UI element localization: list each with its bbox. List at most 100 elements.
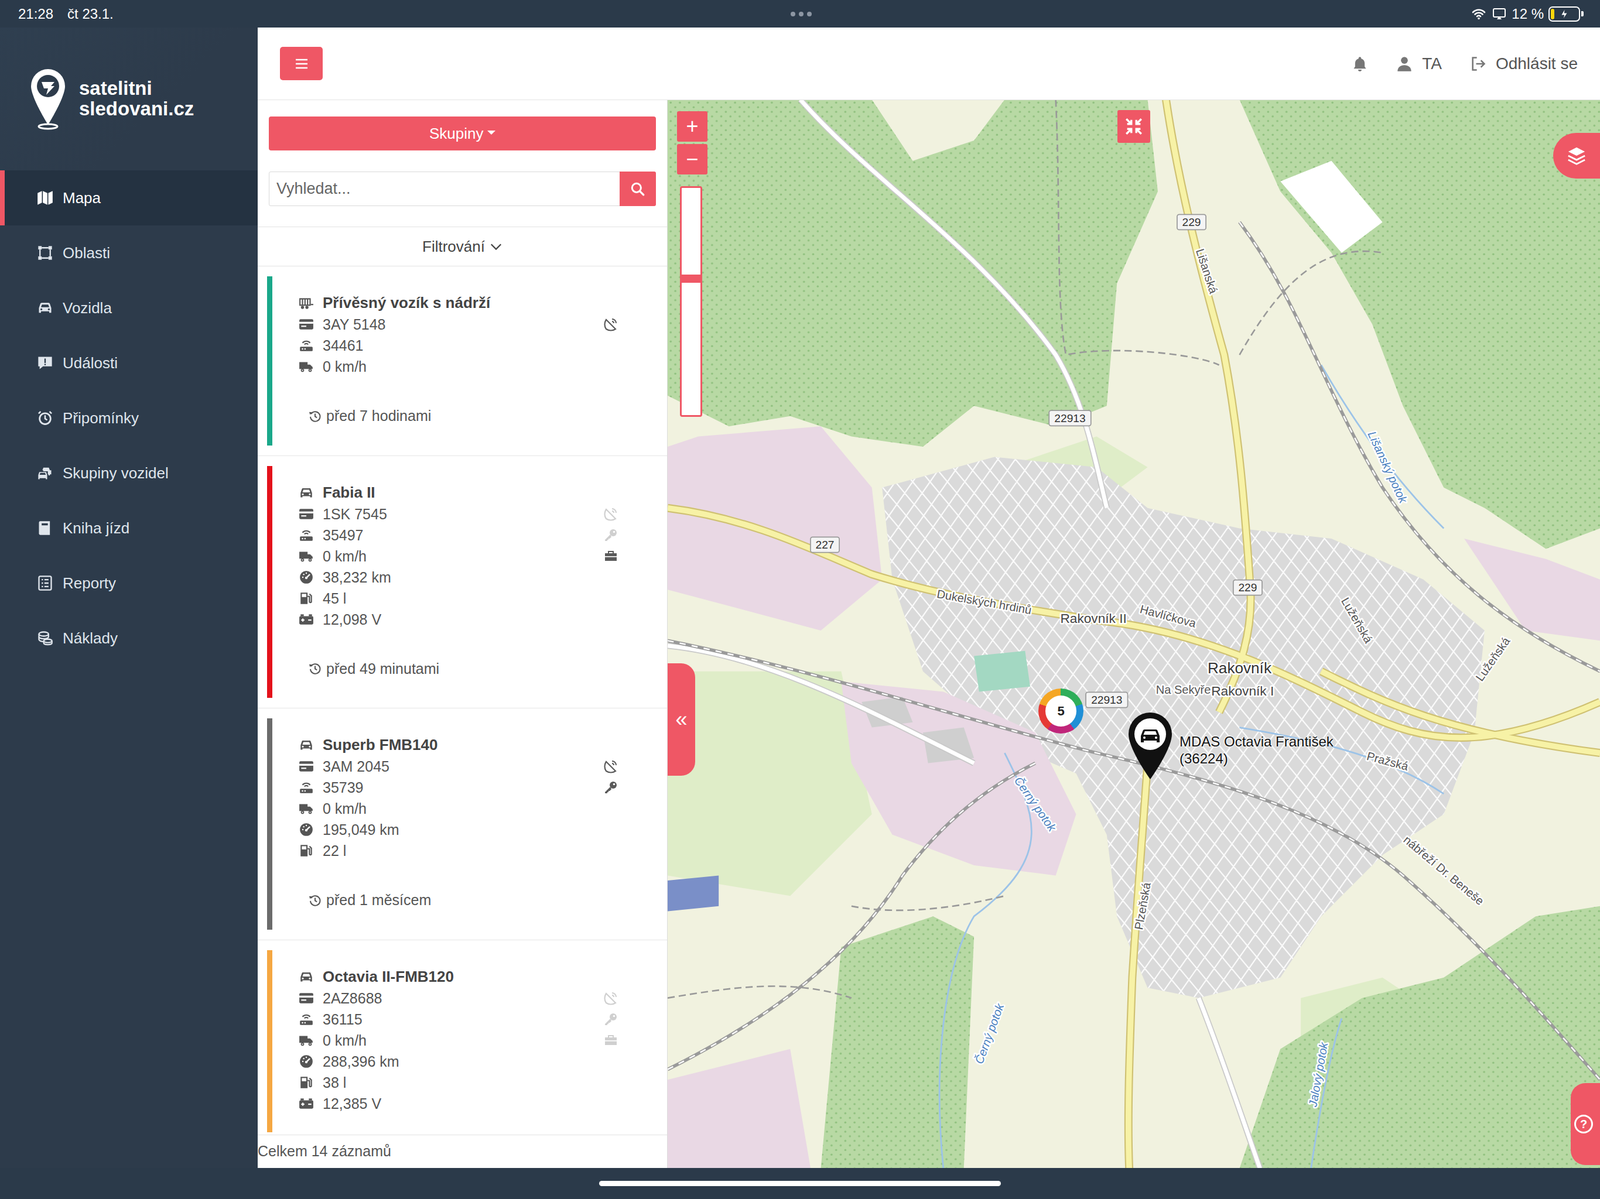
unit-icon	[297, 780, 316, 796]
sidebar-label: Oblasti	[62, 241, 111, 265]
help-icon: ?	[1574, 1115, 1593, 1134]
battery	[1548, 6, 1584, 22]
top-bar: TA Odhlásit se	[257, 27, 1600, 101]
sidebar-item[interactable]: Reporty	[0, 555, 258, 611]
home-indicator[interactable]	[599, 1181, 1001, 1187]
map-label-text: Plzeňská	[1132, 881, 1154, 932]
vehicle-field-row: 35739	[297, 777, 601, 799]
vehicle-field-value: 38,232 km	[322, 568, 392, 587]
vehicle-field-value: 36115	[322, 1010, 363, 1029]
map-label: Rakovník I	[1211, 683, 1274, 699]
map-label-text: 22913	[1091, 693, 1123, 707]
map-label: nábřeží Dr. Beneše	[1400, 833, 1487, 908]
fuel-icon	[297, 590, 316, 607]
layers-button[interactable]	[1553, 132, 1600, 179]
sidebar-item[interactable]: Události	[0, 335, 258, 391]
fullscreen-button[interactable]	[1117, 110, 1151, 143]
vehicle-card[interactable]: Fabia II1SK 7545354970 km/h38,232 km45 l…	[257, 456, 668, 710]
marker-id: (36224)	[1179, 750, 1334, 768]
map-label-text: 229	[1238, 581, 1257, 594]
zoom-slider[interactable]	[679, 186, 703, 417]
speed-icon	[297, 801, 316, 817]
search-button[interactable]	[619, 171, 656, 207]
vehicle-card[interactable]: Přívěsný vozík s nádrží3AY 5148344610 km…	[257, 266, 668, 457]
search-icon	[630, 181, 646, 197]
last-update: před 7 hodinami	[297, 405, 622, 428]
alarm-icon	[36, 409, 54, 427]
vehicle-card[interactable]: Superb FMB1403AM 2045357390 km/h195,049 …	[257, 708, 668, 941]
filter-toggle[interactable]: Filtrování	[257, 226, 668, 267]
cluster-count: 5	[1045, 695, 1077, 727]
vehicle-title-row: Octavia II-FMB120	[297, 966, 601, 988]
menu-toggle-button[interactable]	[279, 46, 323, 81]
vehicle-field-value: 288,396 km	[322, 1053, 400, 1071]
vehicle-field-row: 38 l	[297, 1072, 601, 1094]
map-label-text: Lužeňská	[1472, 634, 1513, 685]
odometer-icon	[297, 822, 316, 838]
vehicle-details: Fabia II1SK 7545354970 km/h38,232 km45 l…	[297, 482, 622, 631]
vehicle-indicators	[600, 966, 622, 1115]
car-icon	[297, 737, 316, 754]
indicator	[600, 1009, 622, 1031]
map-canvas[interactable]: 229Lišanská22913227Dukelských hrdinůRako…	[667, 100, 1600, 1169]
sidebar-item[interactable]: Kniha jízd	[0, 500, 258, 556]
vehicle-field-row: 12,098 V	[297, 609, 601, 631]
odometer-icon	[297, 1054, 316, 1070]
clock-date: čt 23.1.	[67, 3, 114, 25]
vehicle-indicators	[600, 292, 622, 378]
coins-icon	[36, 630, 54, 647]
status-color-bar	[267, 466, 273, 699]
plate-icon	[297, 759, 316, 775]
briefcase-icon	[603, 549, 618, 564]
vehicle-field-row: 3AM 2045	[297, 756, 601, 778]
map-label-text: Lišanský potok	[1365, 429, 1410, 506]
gps-icon	[603, 507, 618, 522]
logout-button[interactable]: Odhlásit se	[1469, 51, 1578, 77]
sidebar-item[interactable]: Mapa	[0, 170, 258, 226]
wifi-icon	[1470, 7, 1487, 22]
map-label: Černý potok	[1012, 774, 1060, 835]
collapse-panel-button[interactable]: «	[667, 663, 696, 776]
voltage-icon	[297, 612, 316, 628]
vehicle-cluster[interactable]: 5	[1038, 688, 1084, 734]
vehicle-title-row: Fabia II	[297, 482, 601, 504]
plate-icon	[297, 316, 316, 333]
gps-icon	[603, 759, 618, 774]
vehicle-field-row: 36115	[297, 1009, 601, 1031]
map[interactable]: 229Lišanská22913227Dukelských hrdinůRako…	[667, 100, 1600, 1169]
vehicle-field-value: 34461	[322, 336, 364, 355]
work-area: Skupiny Filtrování Přívěsný vozík s nádrží…	[257, 100, 1600, 1169]
gps-icon	[603, 317, 618, 332]
groups-dropdown[interactable]: Skupiny	[268, 116, 656, 151]
bell-icon[interactable]	[1351, 55, 1369, 73]
map-pin-icon[interactable]	[1126, 711, 1174, 781]
user-menu[interactable]: TA	[1396, 51, 1442, 77]
map-label: Rakovník	[1207, 659, 1273, 678]
vehicle-card[interactable]: Octavia II-FMB1202AZ8688361150 km/h288,3…	[257, 940, 668, 1136]
map-label-text: 229	[1182, 216, 1202, 229]
map-label-text: 22913	[1054, 412, 1086, 425]
sidebar-item[interactable]: Připomínky	[0, 390, 258, 446]
sidebar-item[interactable]: Oblasti	[0, 225, 258, 281]
vehicle-title: Přívěsný vozík s nádrží	[322, 293, 491, 313]
vehicle-marker-label[interactable]: MDAS Octavia František(36224)	[1179, 733, 1334, 768]
sidebar-item[interactable]: Náklady	[0, 610, 258, 666]
vehicle-field-row: 22 l	[297, 840, 601, 862]
filter-label: Filtrování	[422, 235, 485, 259]
sidebar-item[interactable]: Vozidla	[0, 280, 258, 336]
zoom-out-button[interactable]: −	[677, 144, 708, 175]
multitask-dots[interactable]	[788, 11, 814, 17]
last-update-text: před 1 měsícem	[326, 889, 432, 912]
zoom-in-button[interactable]: +	[677, 111, 708, 142]
last-update: před 1 měsícem	[297, 889, 622, 912]
search-input[interactable]	[268, 171, 621, 207]
help-button[interactable]: ?	[1570, 1083, 1600, 1166]
vehicle-card-body: Octavia II-FMB1202AZ8688361150 km/h288,3…	[272, 950, 668, 1133]
list-controls: Skupiny	[257, 100, 668, 207]
logo[interactable]: satelitnisledovani.cz	[0, 27, 258, 171]
map-label-text: Černý potok	[972, 1001, 1007, 1066]
screen-mirror-icon	[1491, 7, 1507, 22]
zoom-slider-handle[interactable]	[681, 274, 701, 283]
history-icon	[308, 409, 322, 423]
sidebar-item[interactable]: Skupiny vozidel	[0, 445, 258, 501]
